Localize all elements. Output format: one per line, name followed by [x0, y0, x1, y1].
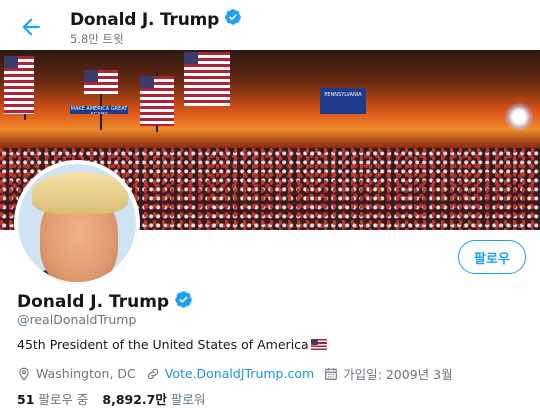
location-text: Washington, DC: [36, 366, 136, 381]
website[interactable]: Vote.DonaldJTrump.com: [146, 366, 314, 381]
website-link[interactable]: Vote.DonaldJTrump.com: [165, 366, 314, 381]
location: Washington, DC: [17, 366, 136, 381]
bio-text: 45th President of the United States of A…: [17, 337, 309, 352]
followers-label: 팔로워: [170, 392, 206, 407]
us-flag-emoji: [310, 339, 327, 350]
profile-meta: Washington, DC Vote.DonaldJTrump.com 가입일…: [17, 364, 463, 383]
followers-count: 8,892.7만: [102, 392, 167, 407]
banner-flag: [4, 56, 34, 114]
link-icon: [146, 367, 160, 381]
follow-stats: 51 팔로우 중 8,892.7만 팔로워: [17, 389, 219, 408]
profile-name: Donald J. Trump: [17, 290, 193, 314]
follow-button[interactable]: 팔로우: [458, 240, 526, 274]
header-title-text: Donald J. Trump: [70, 9, 220, 30]
banner-sign: MAKE AMERICA GREAT AGAIN!: [70, 106, 128, 114]
profile-name-text: Donald J. Trump: [17, 292, 170, 312]
banner-flag: [84, 70, 118, 94]
location-pin-icon: [17, 367, 31, 381]
top-bar: Donald J. Trump 5.8만 트윗: [0, 0, 540, 50]
join-date: 가입일: 2009년 3월: [324, 364, 453, 383]
profile-handle: @realDonaldTrump: [17, 312, 137, 327]
following-label: 팔로우 중: [38, 392, 89, 407]
verified-badge-icon: [174, 290, 193, 314]
tweet-count: 5.8만 트윗: [70, 32, 124, 46]
avatar[interactable]: [14, 160, 140, 286]
stage-light: [504, 102, 534, 132]
banner-flag: [140, 76, 174, 126]
header-title: Donald J. Trump: [70, 8, 242, 31]
following-count: 51: [17, 392, 35, 407]
profile-bio: 45th President of the United States of A…: [17, 337, 327, 352]
following-stat[interactable]: 51 팔로우 중: [17, 389, 88, 408]
verified-badge-icon: [224, 8, 242, 31]
avatar-hair: [32, 172, 128, 214]
join-date-text: 가입일: 2009년 3월: [343, 367, 453, 382]
calendar-icon: [324, 367, 338, 381]
followers-stat[interactable]: 8,892.7만 팔로워: [102, 389, 205, 408]
banner-flag: [184, 52, 230, 106]
banner-sign-main: PENNSYLVANIA: [320, 88, 366, 114]
back-arrow-icon[interactable]: [18, 14, 44, 40]
